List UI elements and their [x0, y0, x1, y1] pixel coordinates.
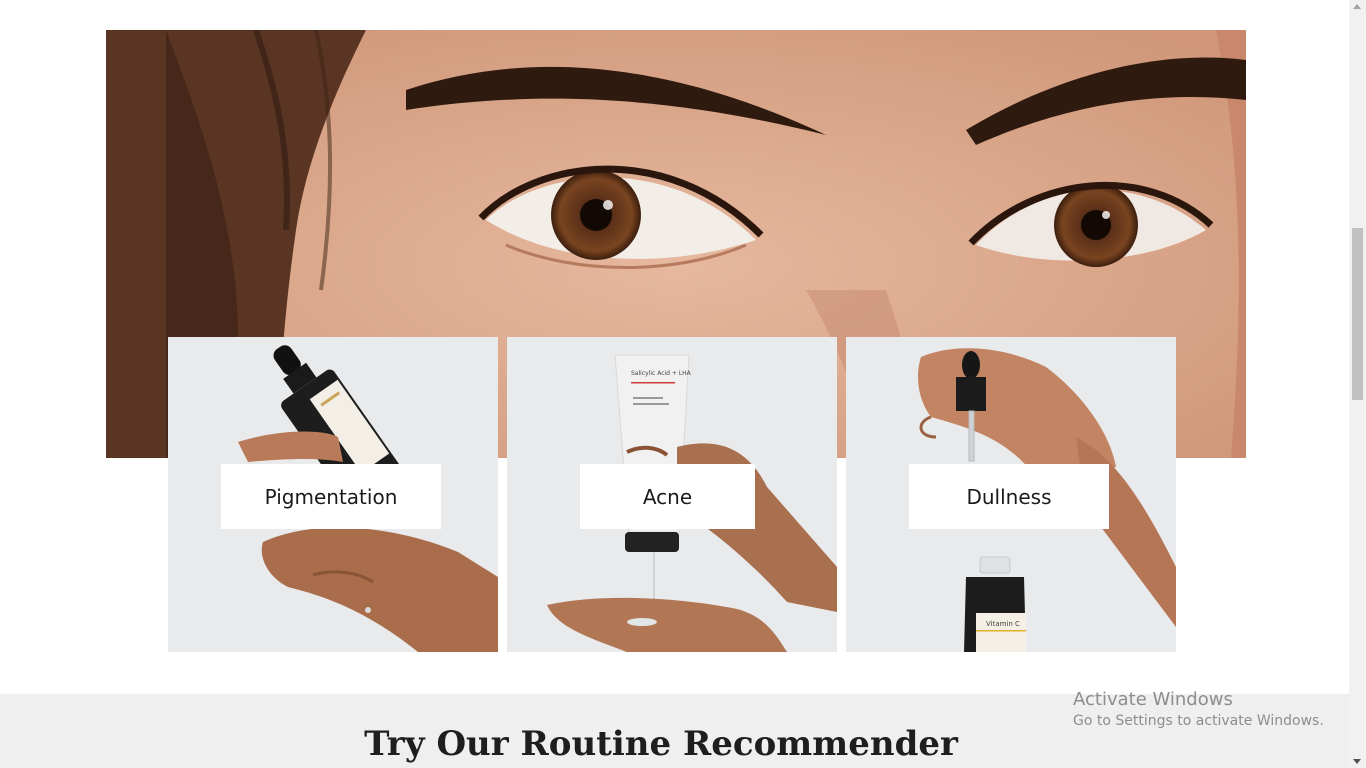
scrollbar-thumb[interactable] [1352, 228, 1363, 400]
routine-recommender-title: Try Our Routine Recommender [364, 724, 958, 764]
concern-card-dullness[interactable]: Vitamin C Dullness [846, 337, 1176, 652]
watermark-title: Activate Windows [1073, 689, 1233, 710]
cleanser-product-label: Salicylic Acid + LHA [631, 370, 692, 377]
concern-label-pigmentation[interactable]: Pigmentation [221, 464, 441, 529]
serum-product-label: Vitamin C [986, 620, 1020, 628]
concern-card-pigmentation[interactable]: Pigmentation [168, 337, 498, 652]
scroll-up-arrow-icon[interactable] [1353, 4, 1361, 9]
scroll-down-arrow-icon[interactable] [1353, 759, 1361, 764]
vertical-scrollbar[interactable] [1349, 0, 1366, 768]
concern-label-dullness[interactable]: Dullness [909, 464, 1109, 529]
activate-windows-watermark: Activate Windows Go to Settings to activ… [1073, 689, 1324, 729]
watermark-subtitle: Go to Settings to activate Windows. [1073, 713, 1324, 729]
concern-card-acne[interactable]: Salicylic Acid + LHA Acne [507, 337, 837, 652]
concern-label-acne[interactable]: Acne [580, 464, 755, 529]
